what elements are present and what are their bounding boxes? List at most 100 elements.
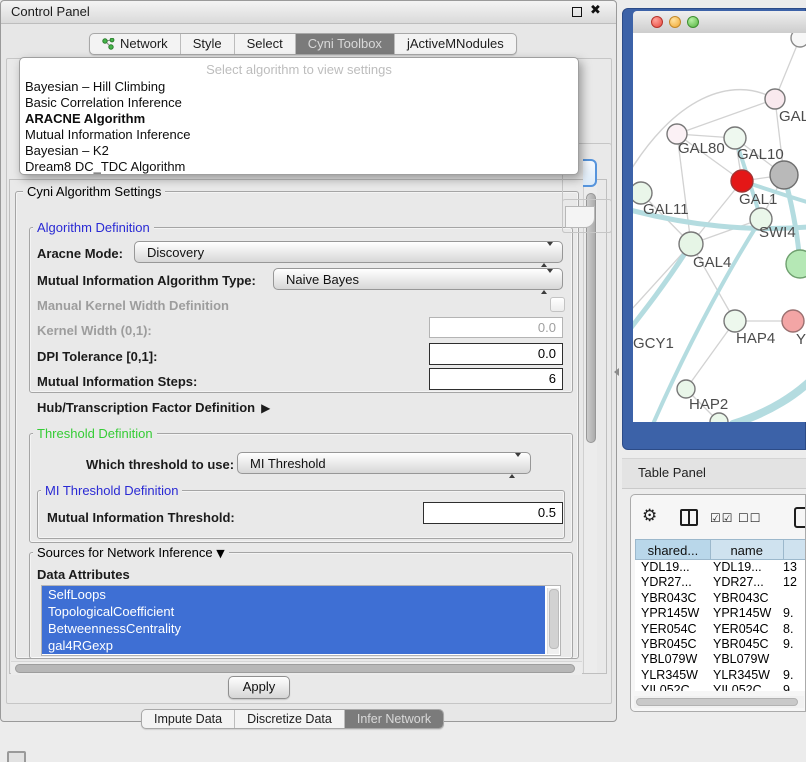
svg-text:GAL4: GAL4	[693, 254, 731, 271]
tab-discretize-data[interactable]: Discretize Data	[234, 710, 344, 728]
table-header-row: shared... name	[635, 539, 806, 560]
occluded-algorithm-combobox-fragment	[583, 159, 597, 187]
collapsed-panel-icon[interactable]	[7, 751, 26, 762]
node-table: shared... name YDL19...YDL19...13 YDR27.…	[635, 539, 806, 691]
cyni-settings-title: Cyni Algorithm Settings	[23, 184, 165, 199]
which-threshold-label: Which threshold to use:	[86, 457, 234, 472]
dpi-tolerance-label: DPI Tolerance [0,1]:	[37, 349, 157, 364]
collapse-right-icon: ▶	[261, 401, 270, 415]
svg-text:Y: Y	[796, 331, 806, 348]
splitter-handle-icon[interactable]	[614, 368, 619, 376]
data-attributes-label: Data Attributes	[37, 567, 130, 582]
list-scrollbar[interactable]	[547, 588, 559, 654]
sources-toggle[interactable]: Sources for Network Inference ▼	[33, 545, 229, 560]
dropdown-item[interactable]: Dream8 DC_TDC Algorithm	[25, 159, 185, 174]
list-item-selected[interactable]: BetweennessCentrality	[42, 620, 545, 637]
dropdown-item[interactable]: Basic Correlation Inference	[25, 95, 182, 110]
mi-threshold-input[interactable]: 0.5	[423, 502, 563, 524]
manual-kernel-checkbox[interactable]	[550, 297, 565, 312]
tab-infer-network[interactable]: Infer Network	[344, 710, 443, 728]
network-view-window: GALGAL80GAL10GAL1GAL11SWI4GAL4GCY1HAP4YH…	[622, 8, 806, 450]
control-panel-titlebar: Control Panel ✖	[1, 1, 616, 24]
combo-arrows-icon	[541, 246, 553, 264]
collapse-down-icon: ▼	[216, 547, 224, 560]
dropdown-placeholder: Select algorithm to view settings	[20, 62, 578, 77]
dropdown-item[interactable]: Mutual Information Inference	[25, 127, 190, 142]
gear-icon[interactable]: ⚙	[642, 506, 657, 526]
kernel-width-input[interactable]: 0.0	[429, 317, 563, 338]
table-row[interactable]: YBL079WYBL079W	[635, 652, 806, 667]
table-panel-titlebar: Table Panel	[622, 458, 806, 489]
dpi-tolerance-input[interactable]: 0.0	[429, 343, 563, 365]
table-row[interactable]: YPR145WYPR145W9.	[635, 606, 806, 621]
list-item-selected[interactable]: TopologicalCoefficient	[42, 603, 545, 620]
svg-text:HAP2: HAP2	[689, 396, 728, 413]
aracne-mode-combobox[interactable]: Discovery	[134, 241, 563, 263]
occluded-field-fragment	[565, 206, 595, 228]
float-window-icon[interactable]	[572, 7, 582, 17]
dropdown-item[interactable]: Bayesian – Hill Climbing	[25, 79, 165, 94]
minimize-traffic-light[interactable]	[669, 16, 681, 28]
table-row[interactable]: YDL19...YDL19...13	[635, 560, 806, 575]
table-panel-title: Table Panel	[638, 465, 706, 480]
table-row[interactable]: YBR045CYBR045C9.	[635, 637, 806, 652]
hub-section-toggle[interactable]: Hub/Transcription Factor Definition▶	[37, 400, 270, 415]
settings-vertical-scrollbar[interactable]	[583, 181, 597, 673]
threshold-definition-title: Threshold Definition	[33, 426, 157, 441]
tab-network[interactable]: Network	[90, 34, 180, 54]
tab-select[interactable]: Select	[234, 34, 295, 54]
zoom-traffic-light[interactable]	[687, 16, 699, 28]
svg-text:HAP4: HAP4	[736, 330, 775, 347]
control-panel-tabs: Network Style Select Cyni Toolbox jActiv…	[89, 33, 517, 55]
mi-type-combobox[interactable]: Naive Bayes	[273, 268, 563, 290]
table-horizontal-scrollbar[interactable]	[634, 696, 804, 708]
dropdown-item[interactable]: Bayesian – K2	[25, 143, 109, 158]
network-canvas[interactable]: GALGAL80GAL10GAL1GAL11SWI4GAL4GCY1HAP4YH…	[633, 33, 806, 422]
tab-cyni-toolbox[interactable]: Cyni Toolbox	[295, 34, 394, 54]
table-row[interactable]: YIL052CYIL052C9.	[635, 683, 806, 691]
mi-type-label: Mutual Information Algorithm Type:	[37, 273, 256, 288]
table-mode-icon[interactable]	[794, 507, 806, 528]
table-row[interactable]: YLR345WYLR345W9.	[635, 668, 806, 683]
columns-icon[interactable]	[680, 509, 698, 526]
column-header-name[interactable]: name	[711, 539, 784, 560]
column-header-shared-name[interactable]: shared...	[635, 539, 711, 560]
aracne-mode-label: Aracne Mode:	[37, 246, 123, 261]
svg-text:SWI4: SWI4	[759, 224, 796, 241]
select-all-icon[interactable]: ☑☑	[710, 511, 734, 525]
tab-style[interactable]: Style	[180, 34, 234, 54]
table-row[interactable]: YER054CYER054C8.	[635, 622, 806, 637]
apply-button[interactable]: Apply	[228, 676, 290, 699]
settings-horizontal-scrollbar[interactable]	[11, 661, 582, 675]
manual-kernel-label: Manual Kernel Width Definition	[37, 298, 229, 313]
dropdown-item-aracne[interactable]: ARACNE Algorithm	[25, 111, 145, 126]
cyni-bottom-tabs: Impute Data Discretize Data Infer Networ…	[141, 709, 444, 729]
network-window-titlebar	[633, 11, 806, 34]
screen: Control Panel ✖ Network Style Select Cyn…	[0, 0, 806, 762]
table-row[interactable]: YBR043CYBR043C	[635, 591, 806, 606]
tab-impute-data[interactable]: Impute Data	[142, 710, 234, 728]
close-traffic-light[interactable]	[651, 16, 663, 28]
mi-steps-input[interactable]: 6	[429, 368, 563, 390]
control-panel-title: Control Panel	[11, 4, 90, 19]
list-item-selected[interactable]: SelfLoops	[42, 586, 545, 603]
list-item-selected[interactable]: gal4RGexp	[42, 637, 545, 654]
mi-threshold-title: MI Threshold Definition	[41, 483, 182, 498]
svg-text:GAL11: GAL11	[643, 201, 689, 218]
which-threshold-combobox[interactable]: MI Threshold	[237, 452, 531, 474]
tab-jactivemnodules[interactable]: jActiveMNodules	[394, 34, 516, 54]
table-row[interactable]: YDR27...YDR27...12	[635, 575, 806, 590]
column-header-clipped[interactable]	[784, 539, 806, 560]
control-panel-window: Control Panel ✖ Network Style Select Cyn…	[0, 0, 617, 722]
data-attributes-list: SelfLoops TopologicalCoefficient Between…	[41, 585, 561, 656]
algorithm-dropdown-list: Select algorithm to view settings Bayesi…	[19, 57, 579, 175]
tab-network-label: Network	[120, 34, 168, 54]
combo-arrows-icon	[509, 457, 521, 475]
close-icon[interactable]: ✖	[590, 3, 601, 18]
network-icon	[102, 38, 115, 50]
select-none-icon[interactable]: ☐☐	[738, 511, 762, 525]
svg-text:GCY1: GCY1	[633, 335, 674, 352]
svg-text:GAL10: GAL10	[737, 146, 784, 163]
mi-steps-label: Mutual Information Steps:	[37, 374, 197, 389]
svg-text:GAL: GAL	[779, 108, 806, 125]
